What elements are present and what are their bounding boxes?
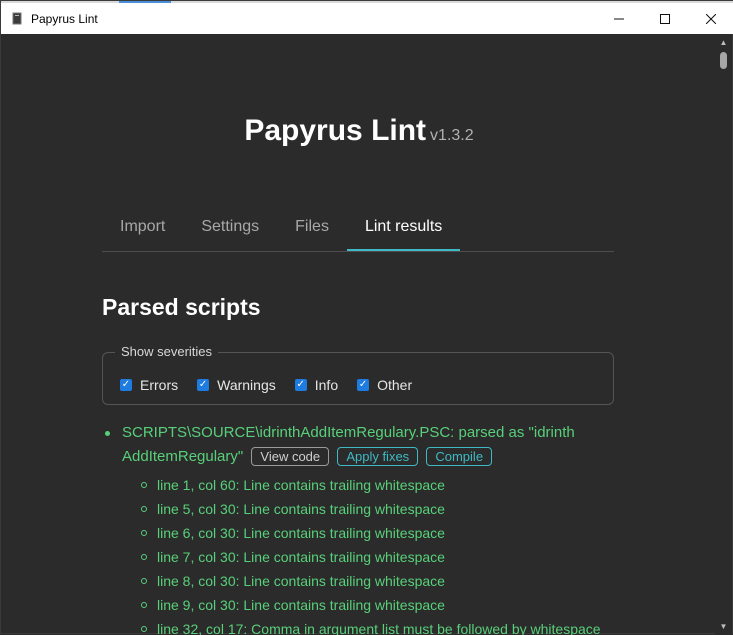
checkbox-warnings-label: Warnings [217,377,276,393]
checkmark-icon[interactable]: ✓ [197,379,210,391]
list-item: line 9, col 30: Line contains trailing w… [122,593,610,617]
circle-bullet-icon [141,554,147,560]
checkbox-errors[interactable]: ✓ Errors [120,377,178,393]
list-item: line 5, col 30: Line contains trailing w… [122,497,610,521]
tab-lint-results[interactable]: Lint results [346,207,461,251]
close-button[interactable] [688,3,733,34]
app-heading: Papyrus Lint v1.3.2 [1,114,717,148]
tab-bar: Import Settings Files Lint results [102,207,614,252]
main-content: Papyrus Lint v1.3.2 Import Settings Files… [1,34,733,635]
minimize-icon [614,18,624,19]
list-item: line 6, col 30: Line contains trailing w… [122,521,610,545]
view-code-button[interactable]: View code [251,447,330,466]
issue-text: line 9, col 30: Line contains trailing w… [157,597,445,613]
checkbox-other-label: Other [377,377,413,393]
maximize-button[interactable] [642,3,688,34]
circle-bullet-icon [141,602,147,608]
title-accent [119,1,171,3]
minimize-button[interactable] [596,3,642,34]
tab-files[interactable]: Files [277,207,347,251]
checkmark-icon[interactable]: ✓ [357,379,370,391]
title-bar: Papyrus Lint [1,1,733,34]
issue-list: line 1, col 60: Line contains trailing w… [122,473,610,635]
list-item: line 1, col 60: Line contains trailing w… [122,473,610,497]
checkmark-icon[interactable]: ✓ [120,379,132,391]
app-icon [11,12,23,26]
checkbox-warnings[interactable]: ✓ Warnings [197,377,276,393]
window-controls [596,3,733,34]
scroll-up-arrow-icon[interactable]: ▲ [715,34,732,51]
list-item: line 7, col 30: Line contains trailing w… [122,545,610,569]
checkbox-other[interactable]: ✓ Other [357,377,412,393]
close-icon [706,13,716,24]
checkbox-info-label: Info [314,377,339,393]
circle-bullet-icon [141,506,147,512]
maximize-icon [660,13,670,24]
checkbox-errors-label: Errors [140,377,179,393]
scroll-down-arrow-icon[interactable]: ▼ [715,618,732,635]
severity-filter: Show severities ✓ Errors ✓ Warnings ✓ In… [102,344,614,405]
apply-fixes-button[interactable]: Apply fixes [337,447,419,466]
tab-settings[interactable]: Settings [183,207,277,251]
app-window: Papyrus Lint Papyrus Lint v1.3.2 Import S… [0,0,733,635]
results-list: SCRIPTS\SOURCE\idrinthAddItemRegulary.PS… [105,421,610,635]
circle-bullet-icon [141,626,147,632]
issue-text: line 8, col 30: Line contains trailing w… [157,573,445,589]
window-title: Papyrus Lint [31,11,98,26]
list-item: line 8, col 30: Line contains trailing w… [122,569,610,593]
checkmark-icon[interactable]: ✓ [294,379,307,391]
checkbox-info[interactable]: ✓ Info [294,377,339,393]
circle-bullet-icon [141,530,147,536]
circle-bullet-icon [141,482,147,488]
app-name: Papyrus Lint [244,114,427,147]
severity-legend: Show severities [115,344,219,359]
issue-text: line 32, col 17: Comma in argument list … [157,621,601,635]
issue-text: line 5, col 30: Line contains trailing w… [157,501,445,517]
vertical-scrollbar[interactable]: ▲ ▼ [715,34,732,635]
list-item: line 32, col 17: Comma in argument list … [122,617,610,635]
list-item: SCRIPTS\SOURCE\idrinthAddItemRegulary.PS… [105,421,610,635]
scrollbar-thumb[interactable] [720,52,727,69]
issue-text: line 6, col 30: Line contains trailing w… [157,525,445,541]
app-version: v1.3.2 [430,127,474,144]
issue-text: line 1, col 60: Line contains trailing w… [157,477,445,493]
issue-text: line 7, col 30: Line contains trailing w… [157,549,445,565]
tab-import[interactable]: Import [102,207,183,251]
circle-bullet-icon [141,578,147,584]
bullet-icon [105,431,110,436]
section-title: Parsed scripts [102,294,261,320]
compile-button[interactable]: Compile [426,447,493,466]
severity-checkboxes: ✓ Errors ✓ Warnings ✓ Info ✓ Other [120,377,431,393]
